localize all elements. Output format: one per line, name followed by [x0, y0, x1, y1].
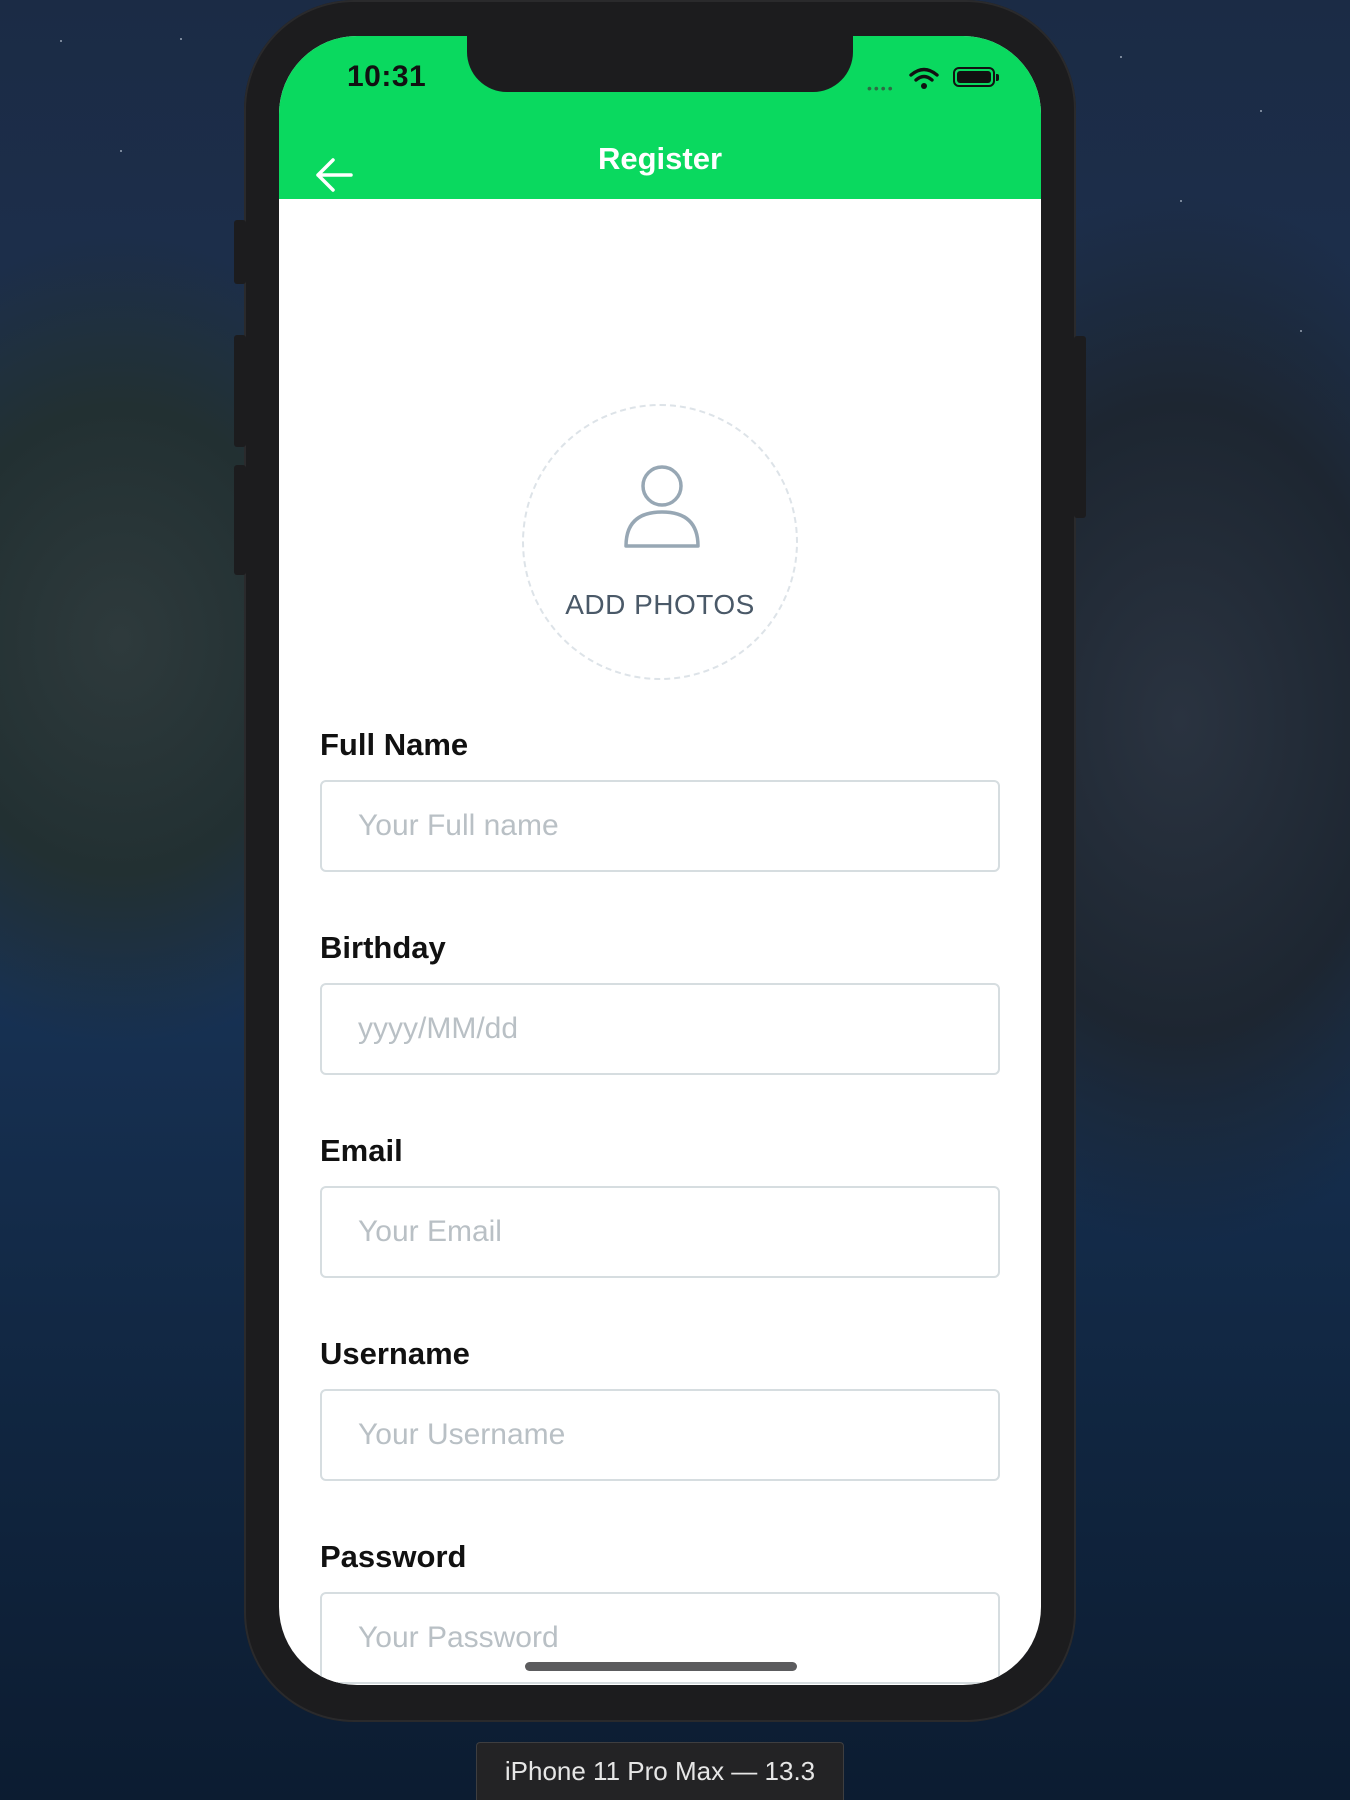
status-time: 10:31 — [347, 60, 427, 93]
volume-down-button — [234, 465, 246, 575]
star — [120, 150, 122, 152]
power-button — [1074, 336, 1086, 518]
full-name-label: Full Name — [320, 727, 469, 762]
person-icon — [624, 465, 700, 548]
home-indicator — [525, 1662, 797, 1671]
notch — [467, 36, 853, 92]
email-label: Email — [320, 1133, 403, 1168]
app-screen: 10:31 •••• Register ADD PHOTOS Full Name… — [279, 36, 1041, 1685]
volume-up-button — [234, 335, 246, 447]
full-name-input[interactable] — [320, 780, 1000, 872]
page-title: Register — [597, 141, 723, 176]
add-photos-label: ADD PHOTOS — [565, 589, 755, 620]
star — [1300, 330, 1302, 332]
simulator-device-label: iPhone 11 Pro Max — 13.3 — [476, 1742, 844, 1800]
username-input[interactable] — [320, 1389, 1000, 1481]
email-input[interactable] — [320, 1186, 1000, 1278]
star — [1260, 110, 1262, 112]
mute-switch — [234, 220, 246, 284]
username-label: Username — [320, 1336, 470, 1371]
signal-icon: •••• — [867, 80, 895, 96]
birthday-label: Birthday — [320, 930, 446, 965]
password-label: Password — [320, 1539, 467, 1574]
wifi-icon — [909, 67, 939, 89]
star — [180, 38, 182, 40]
battery-icon — [953, 67, 999, 87]
add-photo-button[interactable]: ADD PHOTOS — [522, 404, 798, 680]
navigation-bar: 10:31 •••• Register — [279, 36, 1041, 199]
star — [60, 40, 62, 42]
birthday-input[interactable] — [320, 983, 1000, 1075]
star — [1180, 200, 1182, 202]
star — [1120, 56, 1122, 58]
